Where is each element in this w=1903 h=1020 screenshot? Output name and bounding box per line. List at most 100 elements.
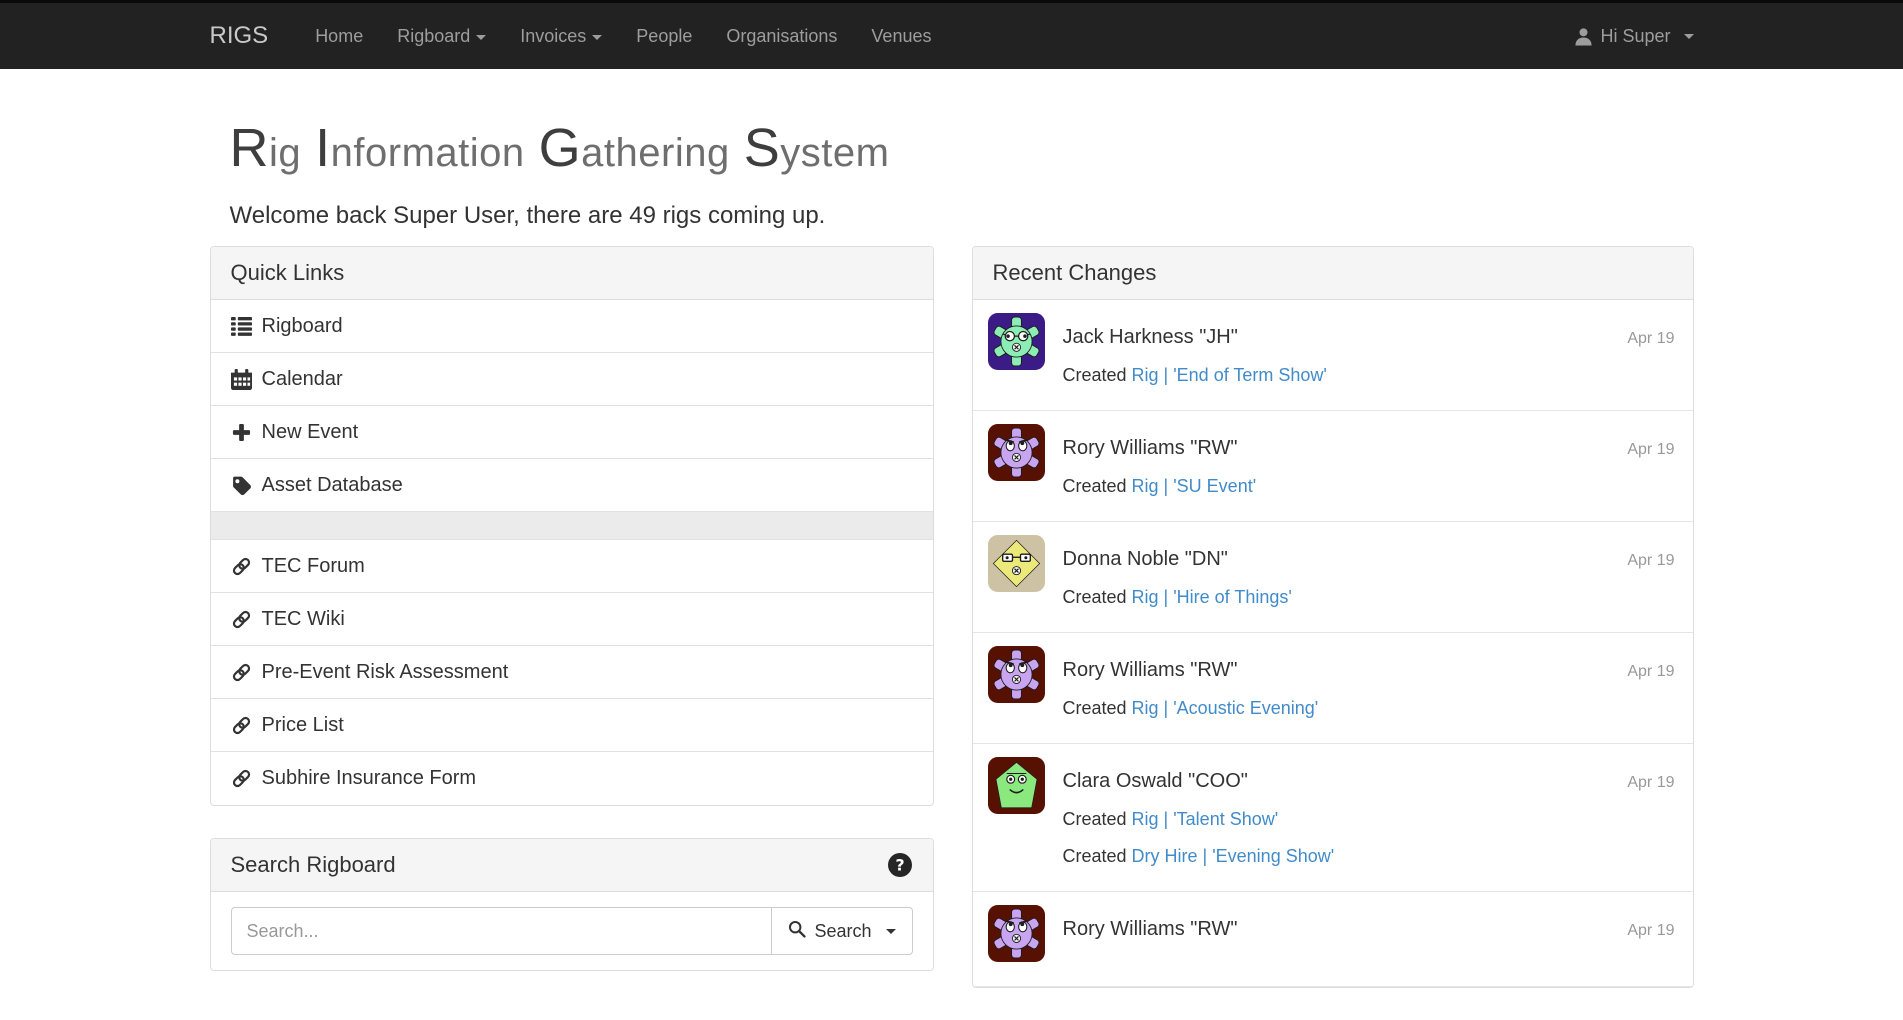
quick-link-tec-wiki[interactable]: TEC Wiki (211, 593, 933, 646)
nav-item-organisations[interactable]: Organisations (709, 3, 854, 69)
action-prefix: Created (1063, 809, 1132, 829)
quick-link-label: Pre-Event Risk Assessment (262, 661, 509, 684)
quick-links-separator (211, 512, 933, 540)
change-link[interactable]: Rig | 'End of Term Show' (1132, 365, 1327, 385)
search-button[interactable]: Search (771, 907, 912, 955)
user-name: Jack Harkness "JH" (1063, 326, 1628, 349)
change-action: Created Dry Hire | 'Evening Show' (1063, 846, 1675, 867)
user-avatar (988, 757, 1045, 814)
quick-link-price-list[interactable]: Price List (211, 699, 933, 752)
quick-link-label: Price List (262, 714, 344, 737)
change-link[interactable]: Rig | 'Hire of Things' (1132, 587, 1292, 607)
quick-link-label: TEC Wiki (262, 608, 345, 631)
change-date: Apr 19 (1627, 552, 1674, 570)
nav-item-invoices[interactable]: Invoices (503, 3, 619, 69)
tag-icon (231, 475, 252, 496)
search-button-label: Search (814, 921, 871, 942)
quick-link-label: Calendar (262, 368, 343, 391)
nav-item-label: Organisations (726, 26, 837, 46)
recent-change-item: Rory Williams "RW"Apr 19 Created Rig | 'S… (973, 411, 1693, 522)
change-date: Apr 19 (1627, 922, 1674, 940)
navbar: RIGS Home Rigboard Invoices People Organisat… (0, 0, 1903, 69)
recent-changes-header: Recent Changes (973, 247, 1693, 300)
change-action: Created Rig | 'Acoustic Evening' (1063, 698, 1675, 719)
link-icon (231, 609, 252, 630)
plus-icon (231, 422, 252, 443)
user-menu[interactable]: Hi Super (1574, 26, 1693, 47)
svg-text:?: ? (895, 856, 904, 875)
search-rigboard-title: Search Rigboard (231, 852, 396, 878)
quick-link-label: TEC Forum (262, 555, 365, 578)
nav-item-label: Venues (871, 26, 931, 46)
list-icon (231, 316, 252, 337)
page-title-word: Gathering (539, 137, 730, 173)
recent-changes-list: Jack Harkness "JH" Apr 19 Created Rig | 'E… (973, 300, 1693, 987)
change-link[interactable]: Rig | 'Acoustic Evening' (1132, 698, 1319, 718)
user-icon (1574, 27, 1593, 46)
link-icon (231, 556, 252, 577)
quick-link-pre-event-risk-assessment[interactable]: Pre-Event Risk Assessment (211, 646, 933, 699)
recent-change-item: Donna Noble "DN"Apr 19Created Rig | 'Hir… (973, 522, 1693, 633)
search-input[interactable] (231, 907, 772, 955)
quick-link-tec-forum[interactable]: TEC Forum (211, 540, 933, 593)
change-link[interactable]: Rig | 'Talent Show' (1132, 809, 1279, 829)
quick-link-subhire-insurance-form[interactable]: Subhire Insurance Form (211, 752, 933, 805)
recent-change-item: Rory Williams "RW"Apr 19 Created Rig | 'A… (973, 633, 1693, 744)
change-date: Apr 19 (1627, 441, 1674, 459)
change-action: Created Rig | 'Talent Show' (1063, 809, 1675, 830)
user-avatar (988, 424, 1045, 481)
page-title-word: System (744, 137, 890, 173)
recent-changes-panel: Recent Changes Jack Harkness "JH" Apr 19 C… (972, 246, 1694, 988)
nav-item-rigboard[interactable]: Rigboard (380, 3, 503, 69)
quick-link-label: Rigboard (262, 315, 343, 338)
search-input-group: Search (231, 907, 913, 955)
search-rigboard-header: Search Rigboard ? (211, 839, 933, 892)
quick-link-rigboard[interactable]: Rigboard (211, 300, 933, 353)
action-prefix: Created (1063, 365, 1132, 385)
change-action: Created Rig | 'SU Event' (1063, 476, 1675, 497)
user-avatar (988, 905, 1045, 962)
user-avatar (988, 313, 1045, 370)
recent-changes-title: Recent Changes (993, 260, 1157, 286)
quick-link-calendar[interactable]: Calendar (211, 353, 933, 406)
recent-change-item: Jack Harkness "JH"Apr 19Created Rig | 'E… (973, 300, 1693, 411)
nav-item-home[interactable]: Home (298, 3, 380, 69)
user-name: Rory Williams "RW" (1063, 659, 1628, 682)
action-prefix: Created (1063, 476, 1132, 496)
quick-link-new-event[interactable]: New Event (211, 406, 933, 459)
change-action: Created Rig | 'Hire of Things' (1063, 587, 1675, 608)
page-title-word: Information (315, 137, 525, 173)
help-icon[interactable]: ? (887, 852, 913, 878)
navbar-menu: Home Rigboard Invoices People Organisations V… (298, 3, 948, 69)
nav-item-venues[interactable]: Venues (854, 3, 948, 69)
caret-down-icon (592, 35, 602, 40)
nav-item-label: Invoices (520, 26, 586, 46)
caret-down-icon (1684, 34, 1694, 39)
brand-link[interactable]: RIGS (210, 22, 269, 50)
change-date: Apr 19 (1627, 663, 1674, 681)
user-name: Rory Williams "RW" (1063, 437, 1628, 460)
action-prefix: Created (1063, 698, 1132, 718)
caret-down-icon (886, 929, 896, 934)
change-action: Created Rig | 'End of Term Show' (1063, 365, 1675, 386)
nav-item-people[interactable]: People (619, 3, 709, 69)
change-link[interactable]: Rig | 'SU Event' (1132, 476, 1257, 496)
quick-link-label: New Event (262, 421, 359, 444)
quick-link-asset-database[interactable]: Asset Database (211, 459, 933, 512)
quick-links-header: Quick Links (211, 247, 933, 300)
welcome-text: Welcome back Super User, there are 49 ri… (230, 202, 1694, 230)
search-rigboard-panel: Search Rigboard ? Search (210, 838, 934, 971)
change-link[interactable]: Dry Hire | 'Evening Show' (1132, 846, 1335, 866)
quick-links-list: Rigboard Calendar New Event Asset Database T… (211, 300, 933, 805)
caret-down-icon (476, 35, 486, 40)
quick-link-label: Asset Database (262, 474, 403, 497)
recent-change-item: Rory Williams "RW"Apr 19 (973, 892, 1693, 987)
nav-item-label: Home (315, 26, 363, 46)
link-icon (231, 715, 252, 736)
quick-links-title: Quick Links (231, 260, 345, 286)
action-prefix: Created (1063, 846, 1132, 866)
calendar-icon (231, 369, 252, 390)
user-name: Clara Oswald "COO" (1063, 770, 1628, 793)
user-avatar (988, 535, 1045, 592)
link-icon (231, 662, 252, 683)
